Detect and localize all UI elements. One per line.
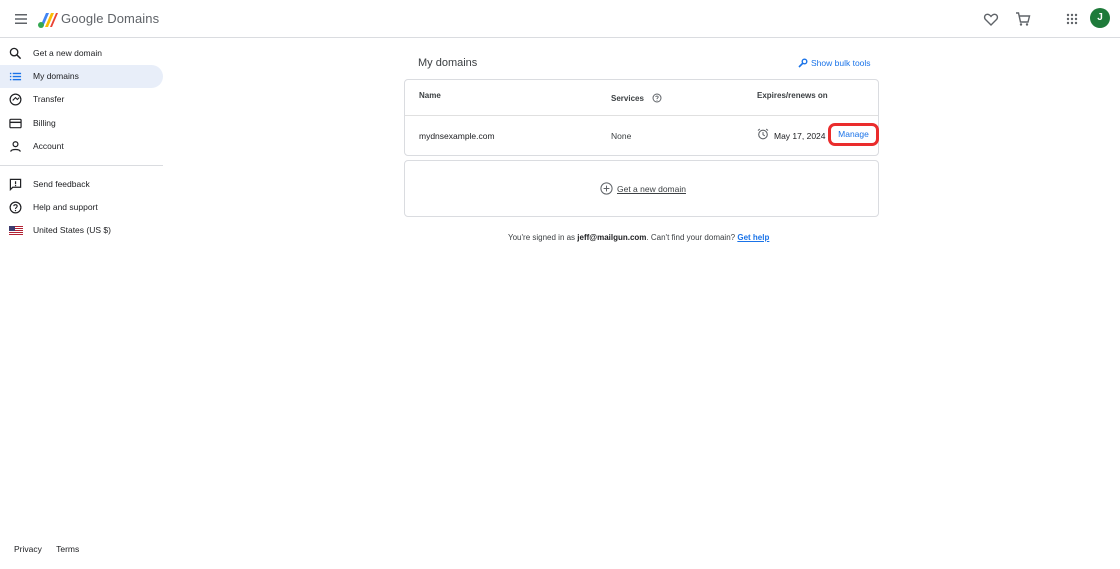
get-new-domain-label: Get a new domain — [617, 184, 686, 194]
sidebar-item-send-feedback[interactable]: Send feedback — [0, 173, 163, 196]
transfer-icon — [9, 93, 22, 106]
list-icon — [9, 72, 22, 81]
column-header-name: Name — [419, 91, 441, 100]
sidebar-item-label: Billing — [33, 118, 56, 128]
sidebar-divider — [0, 165, 163, 166]
sidebar-item-help[interactable]: Help and support — [0, 196, 163, 219]
domains-table: Name Services Expires/renews on mydnsexa… — [404, 79, 879, 156]
sidebar-item-label: Account — [33, 141, 64, 151]
signed-in-middle: . Can't find your domain? — [646, 233, 738, 242]
sidebar-item-account[interactable]: Account — [0, 135, 163, 158]
search-icon — [9, 47, 22, 60]
help-circle-icon[interactable] — [652, 93, 662, 103]
domain-expires-date: May 17, 2024 — [774, 131, 826, 141]
account-avatar[interactable]: J — [1090, 8, 1110, 28]
signed-in-email: jeff@mailgun.com — [577, 233, 647, 242]
apps-grid-icon[interactable] — [1062, 9, 1082, 29]
help-icon — [9, 201, 22, 214]
wrench-icon — [798, 58, 808, 68]
column-header-services-label: Services — [611, 94, 644, 103]
app-root: Google Domains J Get a new domain My dom… — [0, 0, 1120, 569]
cart-icon[interactable] — [1013, 9, 1033, 29]
alarm-clock-icon — [757, 128, 769, 140]
get-new-domain-button[interactable]: Get a new domain — [600, 182, 686, 195]
sidebar-item-billing[interactable]: Billing — [0, 112, 163, 135]
get-help-link[interactable]: Get help — [737, 233, 769, 242]
sidebar-item-region[interactable]: United States (US $) — [0, 219, 163, 242]
terms-link[interactable]: Terms — [56, 544, 79, 554]
credit-card-icon — [9, 118, 22, 129]
show-bulk-tools-label: Show bulk tools — [811, 58, 871, 68]
privacy-link[interactable]: Privacy — [14, 544, 42, 554]
sidebar-item-label: My domains — [33, 71, 79, 81]
manage-button[interactable]: Manage — [834, 129, 873, 140]
sidebar-item-transfer[interactable]: Transfer — [0, 88, 163, 111]
menu-icon[interactable] — [11, 9, 31, 29]
feedback-icon — [9, 178, 22, 191]
signed-in-prefix: You're signed in as — [508, 233, 578, 242]
sidebar-item-label: Help and support — [33, 202, 98, 212]
brand-name: Google Domains — [61, 11, 160, 26]
page-title: My domains — [418, 57, 478, 69]
manage-highlight: Manage — [828, 123, 879, 146]
sidebar-item-my-domains[interactable]: My domains — [0, 65, 163, 88]
sidebar-item-label: Send feedback — [33, 179, 90, 189]
show-bulk-tools-button[interactable]: Show bulk tools — [798, 58, 871, 68]
domain-services: None — [611, 131, 632, 141]
top-bar: Google Domains J — [0, 0, 1120, 38]
domain-name[interactable]: mydnsexample.com — [419, 131, 495, 141]
sidebar-item-get-new-domain[interactable]: Get a new domain — [0, 42, 163, 65]
sidebar-item-label: Transfer — [33, 94, 65, 104]
sidebar-item-label: United States (US $) — [33, 225, 111, 235]
us-flag-icon — [9, 226, 23, 235]
person-icon — [10, 141, 21, 152]
column-header-services: Services — [611, 93, 662, 103]
column-header-expires: Expires/renews on — [757, 91, 828, 100]
google-domains-logo-icon — [38, 13, 58, 28]
heart-icon[interactable] — [981, 9, 1001, 29]
table-row-divider — [405, 115, 878, 116]
footer-links: Privacy Terms — [14, 544, 91, 554]
sidebar-item-label: Get a new domain — [33, 48, 102, 58]
new-domain-card: Get a new domain — [404, 160, 879, 217]
signed-in-notice: You're signed in as jeff@mailgun.com. Ca… — [508, 233, 769, 242]
add-circle-icon — [600, 182, 613, 195]
